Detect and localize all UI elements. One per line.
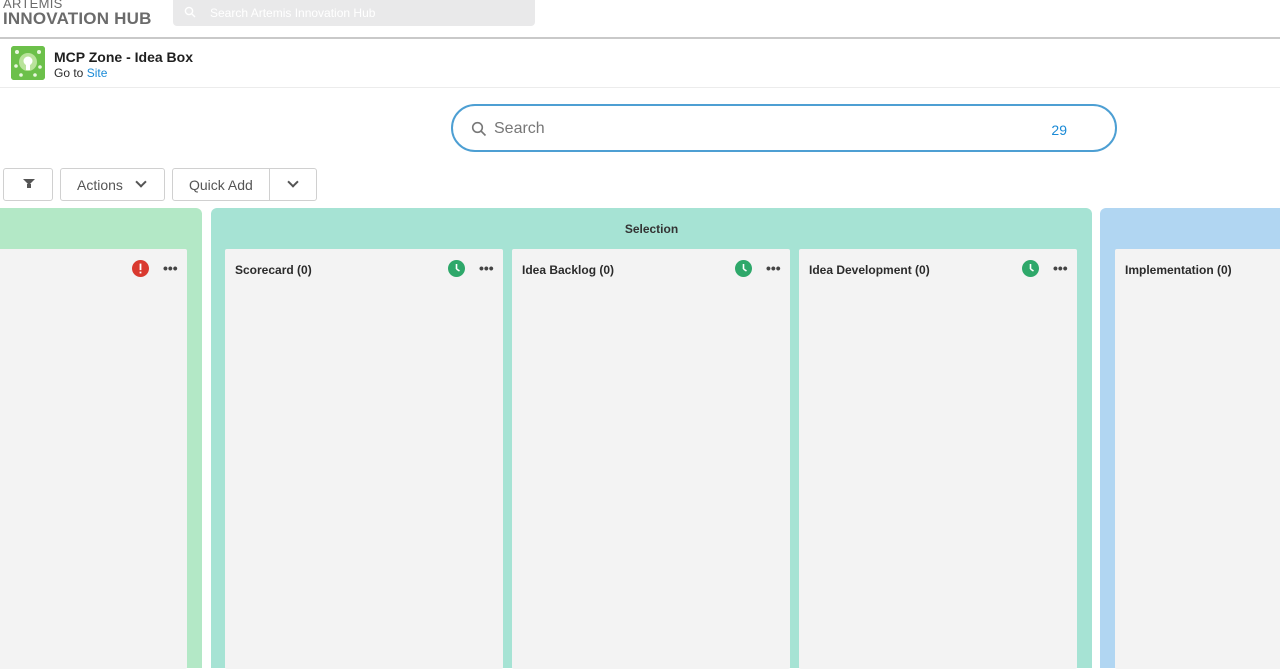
more-options-icon[interactable]: ••• — [766, 260, 781, 276]
clock-icon — [735, 260, 752, 277]
more-options-icon[interactable]: ••• — [479, 260, 494, 276]
stage-title: Idea Backlog (0) — [522, 263, 615, 277]
phase-title-selection: Selection — [624, 222, 679, 236]
zone-header: MCP Zone - Idea Box Go to Site — [0, 41, 1280, 88]
actions-button[interactable]: Actions — [60, 168, 165, 201]
clock-icon — [1022, 260, 1039, 277]
goto-site-link[interactable]: Site — [87, 66, 108, 80]
more-options-icon[interactable]: ••• — [163, 260, 178, 276]
zone-title: MCP Zone - Idea Box — [54, 49, 193, 65]
quick-add-label: Quick Add — [189, 177, 253, 193]
stage-title: Scorecard (0) — [235, 263, 312, 277]
global-search-input[interactable]: Search Artemis Innovation Hub — [173, 0, 535, 26]
top-bar: ARTEMIS INNOVATION HUB Search Artemis In… — [0, 0, 1280, 39]
global-search-placeholder: Search Artemis Innovation Hub — [210, 6, 376, 20]
idea-search-placeholder: Search — [494, 120, 545, 137]
stage-column-implementation: Implementation (0) — [1115, 249, 1280, 669]
filter-button[interactable] — [3, 168, 53, 201]
chevron-down-icon — [135, 176, 147, 188]
stage-title: Implementation (0) — [1125, 263, 1232, 277]
clock-icon — [448, 260, 465, 277]
brand-logo[interactable]: ARTEMIS INNOVATION HUB — [3, 0, 152, 27]
goto-prefix: Go to — [54, 66, 84, 80]
more-options-icon[interactable]: ••• — [1053, 260, 1068, 276]
result-count: 29 — [1051, 122, 1067, 138]
brand-line-2: INNOVATION HUB — [3, 9, 152, 28]
search-icon — [471, 121, 487, 137]
actions-label: Actions — [77, 177, 123, 193]
zone-goto: Go to Site — [54, 66, 107, 80]
search-icon — [184, 6, 196, 18]
stage-column: ••• — [0, 249, 187, 669]
alert-icon — [132, 260, 149, 277]
quick-add-button[interactable]: Quick Add — [172, 168, 317, 201]
stage-column-idea-backlog: Idea Backlog (0) ••• — [512, 249, 790, 669]
stage-column-scorecard: Scorecard (0) ••• — [225, 249, 503, 669]
stage-title: Idea Development (0) — [809, 263, 930, 277]
stage-column-idea-development: Idea Development (0) ••• — [799, 249, 1077, 669]
idea-search-input[interactable]: Search 29 — [451, 104, 1117, 152]
quick-add-dropdown-icon[interactable] — [287, 176, 299, 188]
zone-logo-icon — [11, 46, 45, 80]
